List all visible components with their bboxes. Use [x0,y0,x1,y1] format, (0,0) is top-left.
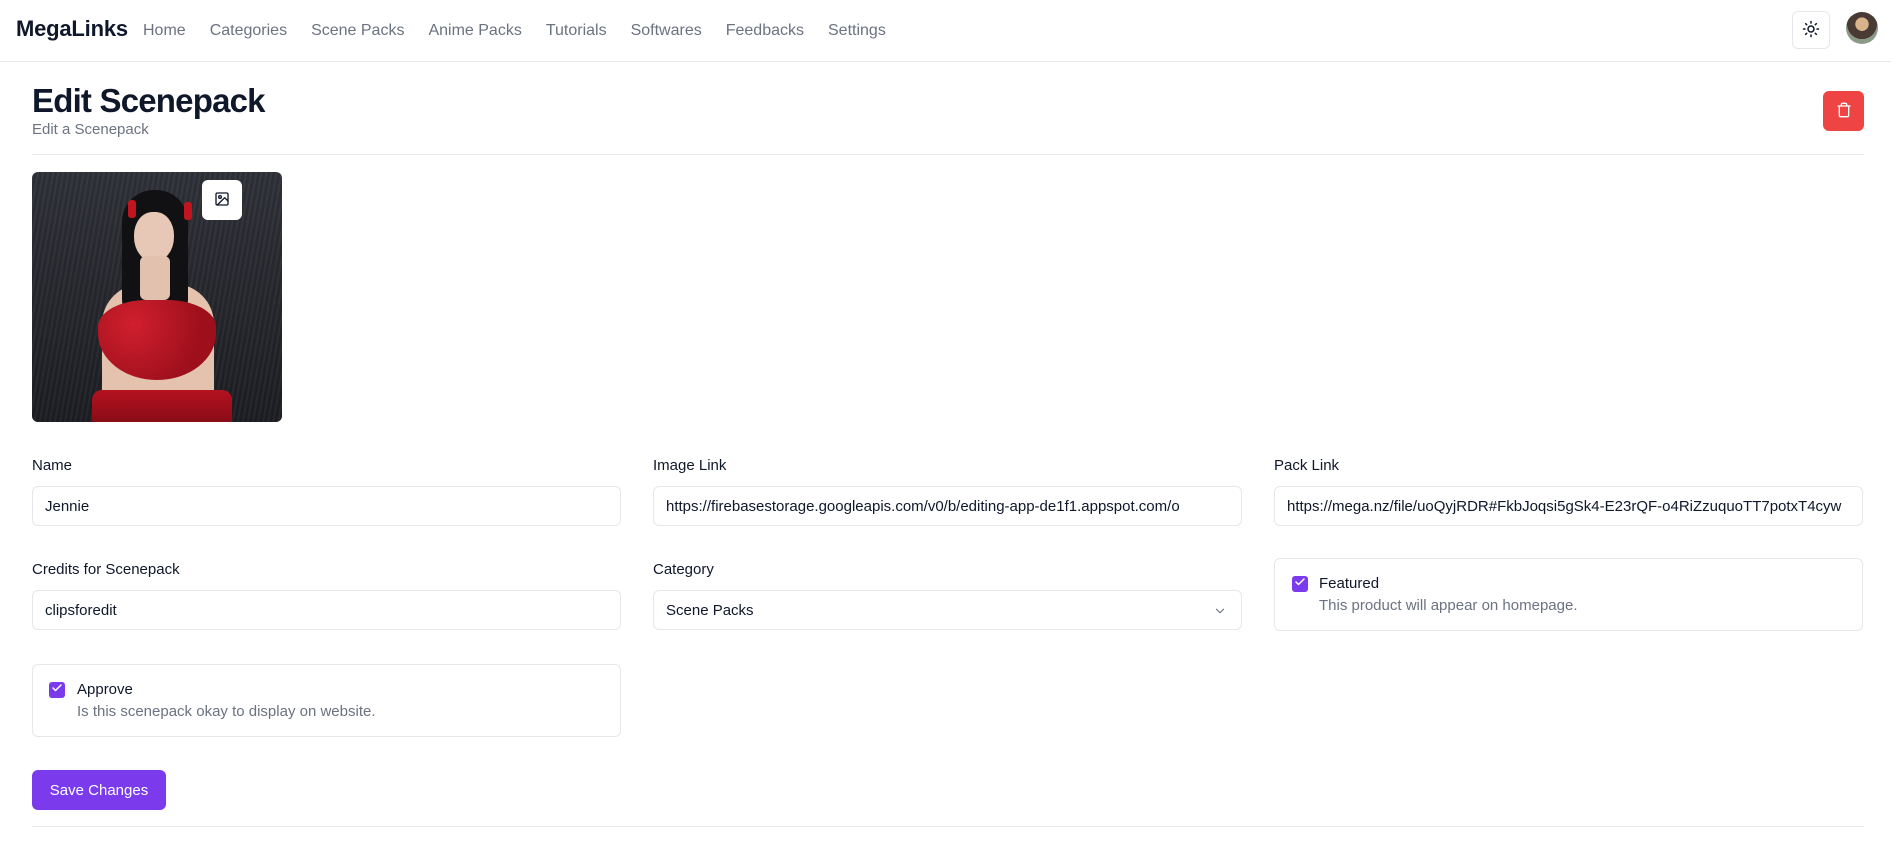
page-subtitle: Edit a Scenepack [32,121,149,138]
approve-title: Approve [77,681,133,698]
nav-link-feedbacks[interactable]: Feedbacks [726,22,804,40]
nav-link-anime-packs[interactable]: Anime Packs [428,22,521,40]
image-link-label: Image Link [653,457,727,474]
name-label: Name [32,457,73,474]
name-input[interactable]: Jennie [32,486,621,526]
nav-link-tutorials[interactable]: Tutorials [546,22,607,40]
nav-link-softwares[interactable]: Softwares [631,22,702,40]
trash-icon [1836,102,1852,121]
brand-logo[interactable]: MegaLinks [16,16,128,42]
delete-button[interactable] [1823,91,1864,131]
check-icon [51,681,63,699]
change-image-button[interactable] [202,180,242,220]
credits-label: Credits for Scenepack [32,561,180,578]
page-title: Edit Scenepack [32,82,266,119]
credits-input[interactable]: clipsforedit [32,590,621,630]
approve-card: Approve Is this scenepack okay to displa… [32,664,621,737]
sun-icon [1802,20,1820,41]
theme-toggle-button[interactable] [1792,11,1830,49]
scenepack-image [32,172,282,422]
featured-description: This product will appear on homepage. [1319,597,1578,614]
main-nav: Home Categories Scene Packs Anime Packs … [143,0,886,62]
save-changes-button[interactable]: Save Changes [32,770,166,810]
category-select[interactable]: Scene Packs [653,590,1242,630]
image-link-input[interactable]: https://firebasestorage.googleapis.com/v… [653,486,1242,526]
nav-link-categories[interactable]: Categories [210,22,287,40]
top-navbar: MegaLinks Home Categories Scene Packs An… [0,0,1891,62]
featured-checkbox[interactable] [1292,576,1308,592]
approve-checkbox[interactable] [49,682,65,698]
image-icon [214,191,230,210]
nav-link-scene-packs[interactable]: Scene Packs [311,22,404,40]
nav-link-home[interactable]: Home [143,22,186,40]
category-select-value: Scene Packs [666,601,754,619]
nav-link-settings[interactable]: Settings [828,22,886,40]
approve-description: Is this scenepack okay to display on web… [77,703,376,720]
pack-link-input[interactable]: https://mega.nz/file/uoQyjRDR#FkbJoqsi5g… [1274,486,1863,526]
pack-link-label: Pack Link [1274,457,1340,474]
featured-title: Featured [1319,575,1380,592]
footer-divider [32,826,1864,827]
category-label: Category [653,561,714,578]
header-divider [32,154,1864,155]
featured-card: Featured This product will appear on hom… [1274,558,1863,631]
user-avatar[interactable] [1846,12,1878,44]
check-icon [1294,575,1306,593]
chevron-down-icon [1213,604,1227,622]
